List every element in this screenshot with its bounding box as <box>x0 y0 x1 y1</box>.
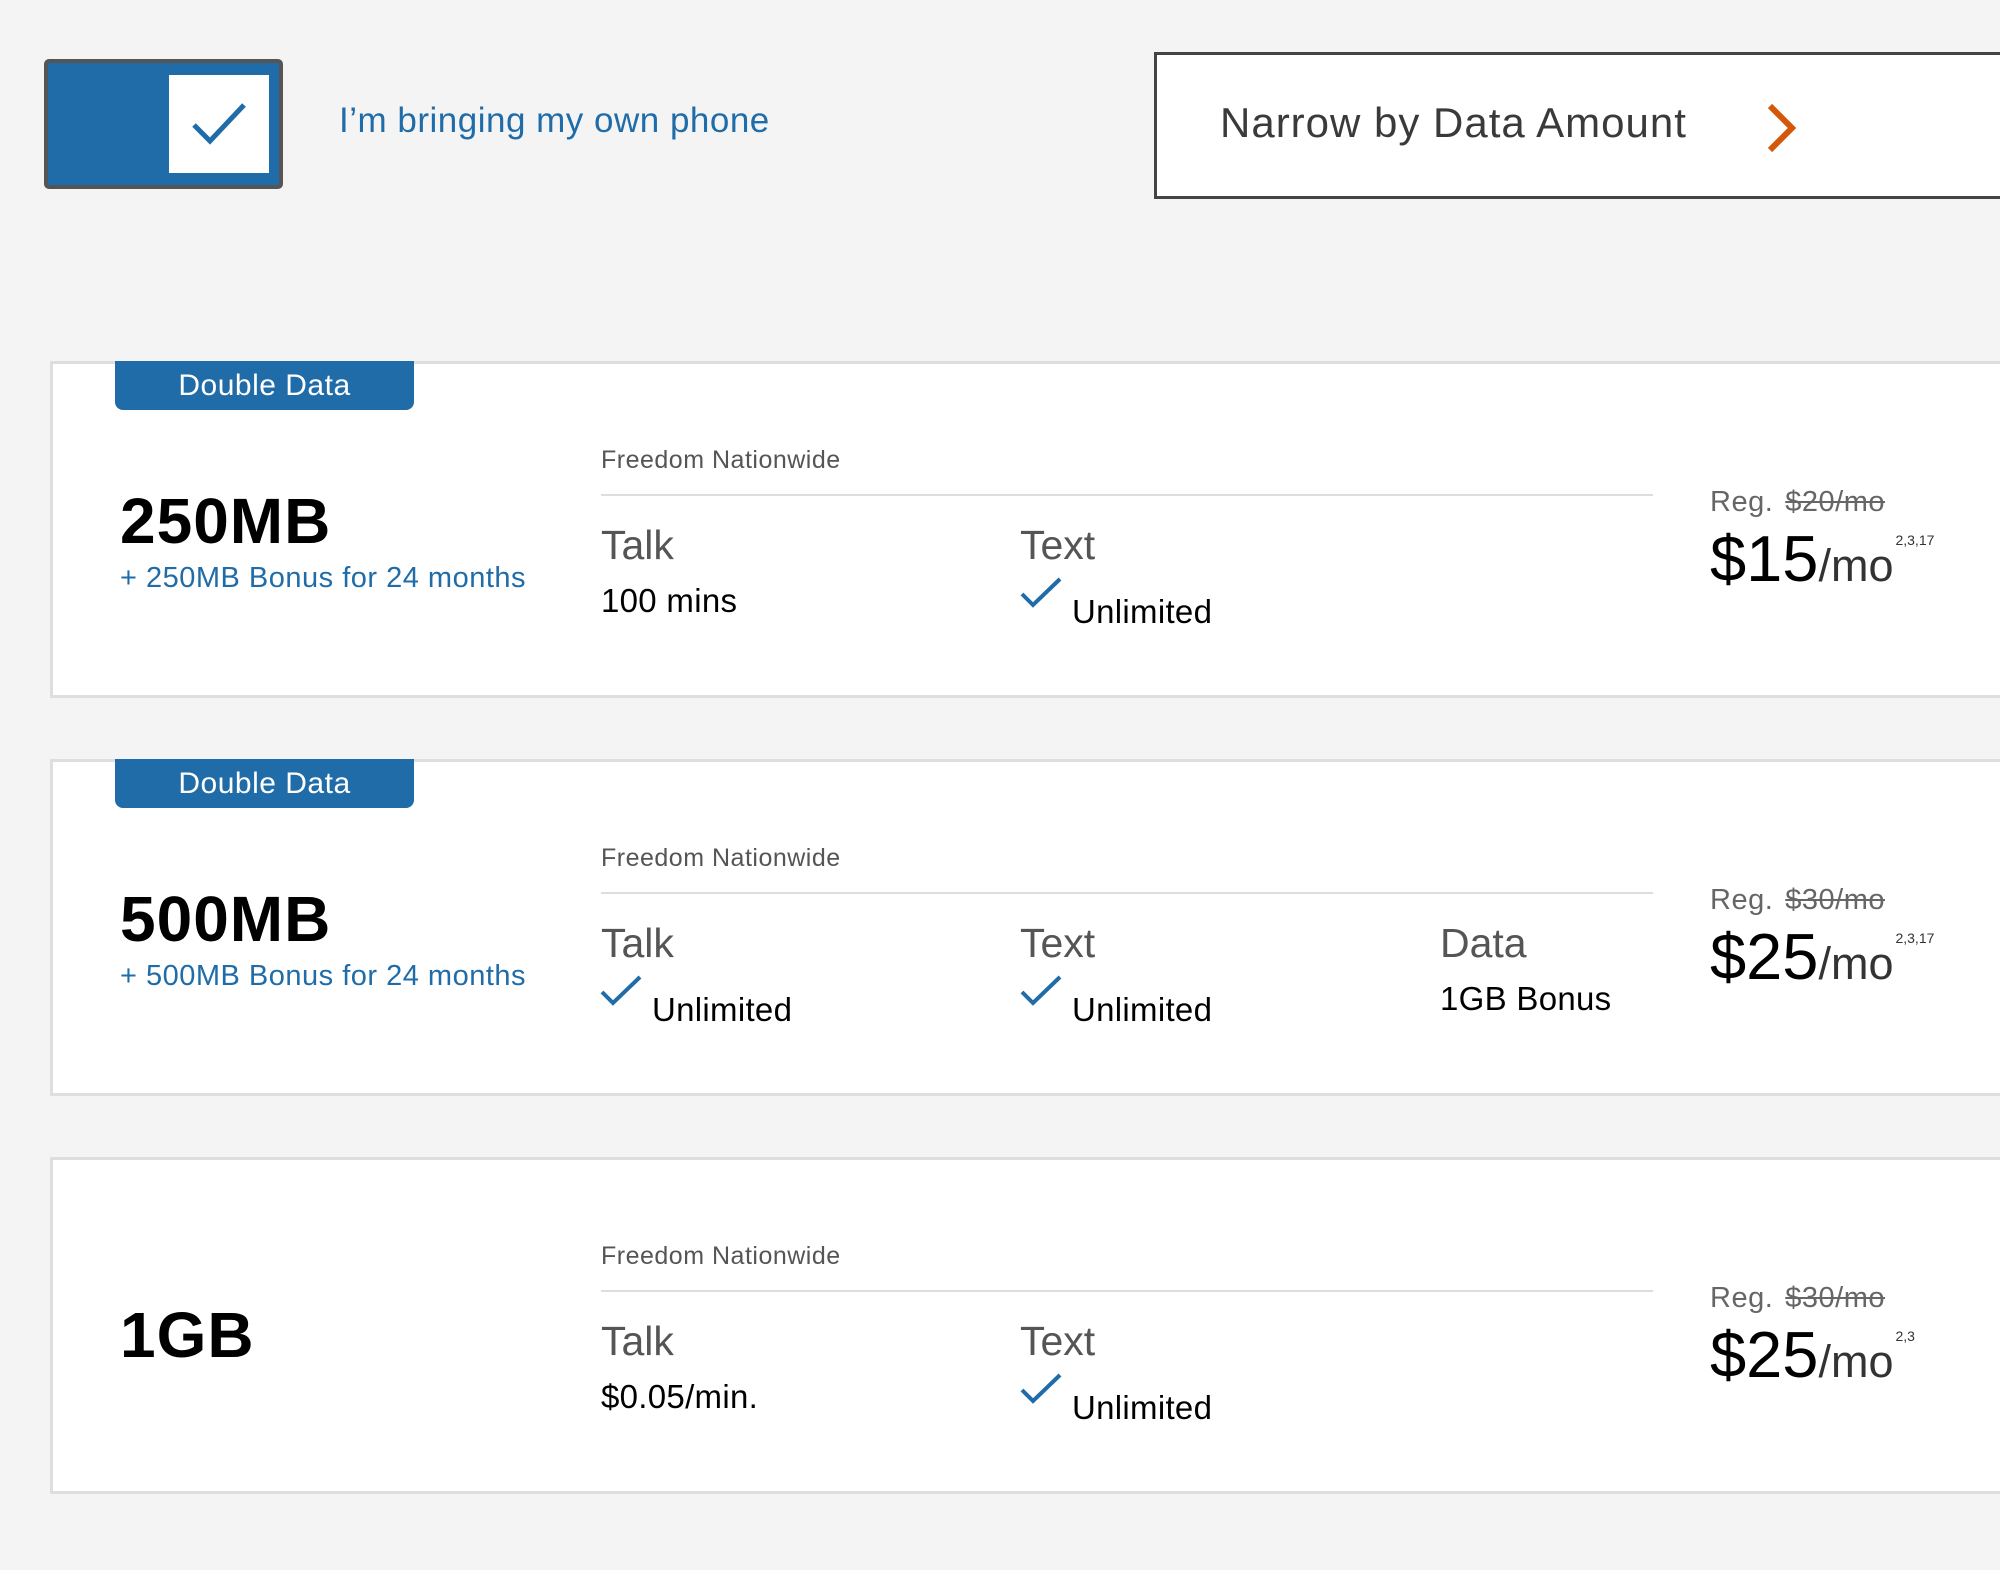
check-icon <box>192 103 246 145</box>
regular-price: Reg. $20/mo <box>1710 486 1885 519</box>
plan-data-size: 250MB <box>120 485 332 557</box>
talk-title: Talk <box>601 1318 674 1364</box>
reg-label: Reg. <box>1710 486 1774 518</box>
price-footnote[interactable]: 2,3,17 <box>1895 930 1934 946</box>
text-title: Text <box>1020 920 1096 966</box>
check-icon <box>1020 975 1062 1006</box>
double-data-badge: Double Data <box>115 759 414 808</box>
reg-old-price: $30/mo <box>1785 884 1885 916</box>
chevron-right-icon <box>1767 103 1797 153</box>
current-price: $15/mo 2,3,17 <box>1710 521 1934 596</box>
reg-label: Reg. <box>1710 884 1774 916</box>
price-amount: $15 <box>1710 522 1819 595</box>
plan-bonus: + 250MB Bonus for 24 months <box>120 562 527 594</box>
byop-toggle-label[interactable]: I’m bringing my own phone <box>339 101 770 141</box>
price-footnote[interactable]: 2,3,17 <box>1895 532 1934 548</box>
divider <box>601 494 1653 496</box>
narrow-by-data-button[interactable]: Narrow by Data Amount <box>1154 52 2000 199</box>
plan-name: Freedom Nationwide <box>601 1242 841 1270</box>
talk-title: Talk <box>601 522 674 568</box>
text-value: Unlimited <box>1072 991 1213 1028</box>
toggle-knob <box>169 75 269 173</box>
plan-data-size: 500MB <box>120 883 332 955</box>
plan-card-1gb[interactable]: 1GB Freedom Nationwide Talk $0.05/min. T… <box>50 1157 2000 1494</box>
price-amount: $25 <box>1710 1318 1819 1391</box>
talk-value: 100 mins <box>601 582 738 619</box>
double-data-badge: Double Data <box>115 361 414 410</box>
text-value: Unlimited <box>1072 593 1213 630</box>
byop-toggle[interactable] <box>44 59 283 189</box>
reg-old-price: $30/mo <box>1785 1282 1885 1314</box>
talk-title: Talk <box>601 920 674 966</box>
text-value: Unlimited <box>1072 1389 1213 1426</box>
talk-value: $0.05/min. <box>601 1378 759 1415</box>
check-icon <box>600 975 642 1006</box>
plan-name: Freedom Nationwide <box>601 844 841 872</box>
regular-price: Reg. $30/mo <box>1710 884 1885 917</box>
price-amount: $25 <box>1710 920 1819 993</box>
current-price: $25/mo 2,3 <box>1710 1317 1915 1392</box>
reg-old-price: $20/mo <box>1785 486 1885 518</box>
plan-data-size: 1GB <box>120 1299 255 1371</box>
plan-bonus: + 500MB Bonus for 24 months <box>120 960 527 992</box>
divider <box>601 892 1653 894</box>
plan-card-500mb[interactable]: Double Data 500MB + 500MB Bonus for 24 m… <box>50 759 2000 1096</box>
data-title: Data <box>1440 920 1527 966</box>
talk-value: Unlimited <box>652 991 793 1028</box>
check-icon <box>1020 577 1062 608</box>
text-title: Text <box>1020 1318 1096 1364</box>
check-icon <box>1020 1373 1062 1404</box>
plan-card-250mb[interactable]: Double Data 250MB + 250MB Bonus for 24 m… <box>50 361 2000 698</box>
price-unit: /mo <box>1818 1336 1894 1387</box>
reg-label: Reg. <box>1710 1282 1774 1314</box>
regular-price: Reg. $30/mo <box>1710 1282 1885 1315</box>
narrow-by-data-label: Narrow by Data Amount <box>1220 99 1687 146</box>
current-price: $25/mo 2,3,17 <box>1710 919 1934 994</box>
data-value: 1GB Bonus <box>1440 980 1612 1017</box>
text-title: Text <box>1020 522 1096 568</box>
divider <box>601 1290 1653 1292</box>
price-unit: /mo <box>1818 540 1894 591</box>
price-footnote[interactable]: 2,3 <box>1895 1328 1914 1344</box>
plan-name: Freedom Nationwide <box>601 446 841 474</box>
price-unit: /mo <box>1818 938 1894 989</box>
